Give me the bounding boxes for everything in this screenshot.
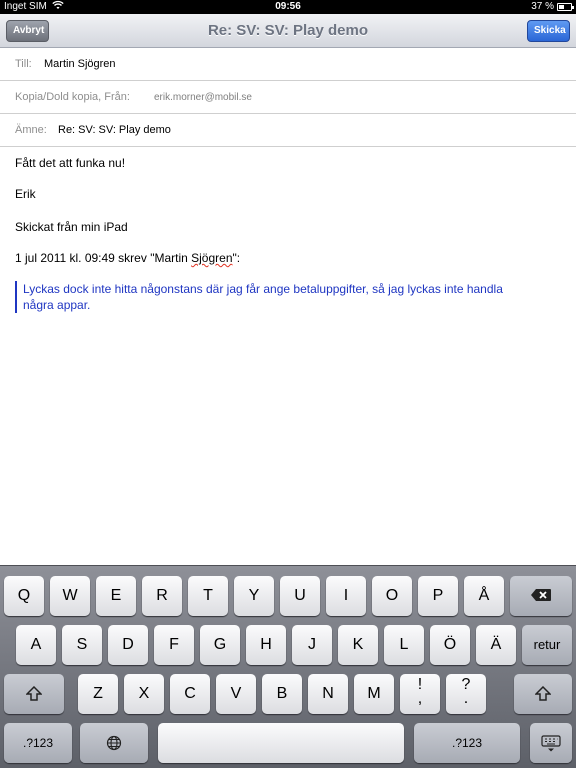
key-question-label: ? <box>461 676 471 693</box>
key-j[interactable]: J <box>292 625 332 665</box>
key-z[interactable]: Z <box>78 674 118 714</box>
key-question-period[interactable]: ? . <box>446 674 486 714</box>
subject-label: Ämne: <box>15 124 47 136</box>
key-a-umlaut[interactable]: Ä <box>476 625 516 665</box>
subject-field[interactable]: Ämne: Re: SV: SV: Play demo <box>0 114 576 147</box>
quote-header: 1 jul 2011 kl. 09:49 skrev "Martin Sjögr… <box>15 251 240 265</box>
key-c[interactable]: C <box>170 674 210 714</box>
delete-key[interactable] <box>510 576 572 616</box>
subject-input[interactable]: Re: SV: SV: Play demo <box>58 114 171 147</box>
key-h[interactable]: H <box>246 625 286 665</box>
globe-icon <box>106 735 122 751</box>
key-o[interactable]: O <box>372 576 412 616</box>
key-a[interactable]: A <box>16 625 56 665</box>
quoted-text: Lyckas dock inte hitta någonstans där ja… <box>15 281 555 313</box>
on-screen-keyboard: Q W E R T Y U I O P Å A S D F G H J K L … <box>0 565 576 768</box>
key-x[interactable]: X <box>124 674 164 714</box>
cc-from-field[interactable]: Kopia/Dold kopia, Från: erik.morner@mobi… <box>0 81 576 114</box>
quote-header-name: Sjögren <box>191 251 233 265</box>
key-comma-label: , <box>417 690 423 707</box>
body-line-1: Fått det att funka nu! <box>15 156 126 170</box>
key-i[interactable]: I <box>326 576 366 616</box>
key-r[interactable]: R <box>142 576 182 616</box>
cc-from-label: Kopia/Dold kopia, Från: <box>15 91 130 103</box>
key-exclamation-label: ! <box>417 676 423 693</box>
quote-header-pre: 1 jul 2011 kl. 09:49 skrev "Martin <box>15 251 192 265</box>
key-d[interactable]: D <box>108 625 148 665</box>
key-period-label: . <box>463 690 469 707</box>
return-key[interactable]: retur <box>522 625 572 665</box>
space-bar[interactable] <box>158 723 404 763</box>
key-u[interactable]: U <box>280 576 320 616</box>
key-s[interactable]: S <box>62 625 102 665</box>
hide-keyboard-icon <box>541 735 561 752</box>
battery-icon <box>557 3 574 11</box>
from-address[interactable]: erik.morner@mobil.se <box>154 81 252 114</box>
key-v[interactable]: V <box>216 674 256 714</box>
body-line-2: Erik <box>15 187 36 201</box>
key-f[interactable]: F <box>154 625 194 665</box>
key-t[interactable]: T <box>188 576 228 616</box>
key-l[interactable]: L <box>384 625 424 665</box>
page-title: Re: SV: SV: Play demo <box>207 22 369 39</box>
key-w[interactable]: W <box>50 576 90 616</box>
shift-key-right[interactable] <box>514 674 572 714</box>
key-a-ring[interactable]: Å <box>464 576 504 616</box>
key-n[interactable]: N <box>308 674 348 714</box>
numbers-key-right[interactable]: .?123 <box>414 723 520 763</box>
key-b[interactable]: B <box>262 674 302 714</box>
key-g[interactable]: G <box>200 625 240 665</box>
key-q[interactable]: Q <box>4 576 44 616</box>
quote-header-post: ": <box>232 251 241 265</box>
key-e[interactable]: E <box>96 576 136 616</box>
numbers-key-left[interactable]: .?123 <box>4 723 72 763</box>
key-o-umlaut[interactable]: Ö <box>430 625 470 665</box>
to-label: Till: <box>15 58 32 70</box>
globe-key[interactable] <box>80 723 148 763</box>
key-p[interactable]: P <box>418 576 458 616</box>
send-button[interactable]: Skicka <box>527 20 570 42</box>
body-line-3: Skickat från min iPad <box>15 220 128 234</box>
to-field[interactable]: Till: Martin Sjögren <box>0 48 576 81</box>
hide-keyboard-key[interactable] <box>530 723 572 763</box>
key-y[interactable]: Y <box>234 576 274 616</box>
quote-line-2: några appar. <box>23 298 91 312</box>
shift-key-left[interactable] <box>4 674 64 714</box>
navigation-bar: Avbryt Re: SV: SV: Play demo Skicka <box>0 14 576 48</box>
battery-percent: 37 % <box>531 1 554 12</box>
shift-icon <box>535 686 551 701</box>
key-exclamation-comma[interactable]: ! , <box>400 674 440 714</box>
key-m[interactable]: M <box>354 674 394 714</box>
clock: 09:56 <box>275 1 301 12</box>
status-bar: Inget SIM 09:56 37 % <box>0 0 576 14</box>
key-k[interactable]: K <box>338 625 378 665</box>
delete-icon <box>531 589 551 601</box>
shift-icon <box>26 686 42 701</box>
quote-line-1: Lyckas dock inte hitta någonstans där ja… <box>23 282 503 296</box>
to-recipient[interactable]: Martin Sjögren <box>44 48 116 81</box>
